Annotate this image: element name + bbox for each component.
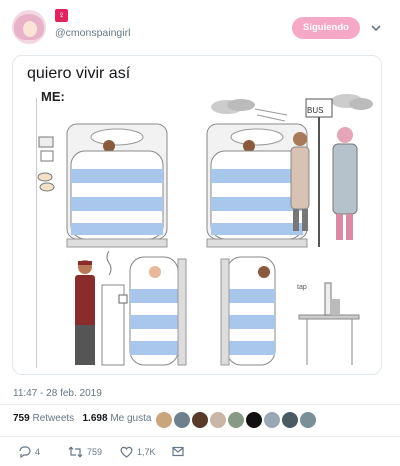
like-action[interactable]: 1,7K (120, 446, 156, 458)
avatar-face (23, 21, 37, 37)
retweet-icon (68, 446, 83, 458)
reply-count: 4 (35, 447, 41, 457)
liker-avatar[interactable] (155, 411, 173, 429)
tweet-header: ♀ @cmonspaingirl Siguiendo (0, 0, 400, 52)
tweet-card: quiero vivir así ME: BUS tap (12, 55, 382, 375)
likes-label[interactable]: Me gusta (110, 413, 151, 424)
retweets-count[interactable]: 759 (13, 413, 30, 424)
panel-bed (37, 123, 168, 248)
message-action[interactable] (172, 446, 184, 457)
user-avatar[interactable] (12, 10, 46, 44)
liker-avatar[interactable] (245, 411, 263, 429)
liker-avatar[interactable] (173, 411, 191, 429)
reply-icon (19, 446, 31, 458)
bus-sign-text: BUS (307, 106, 323, 115)
divider (0, 404, 400, 405)
heart-icon (120, 446, 133, 458)
liker-avatar[interactable] (191, 411, 209, 429)
tweet-timestamp[interactable]: 11:47 - 28 feb. 2019 (13, 388, 102, 399)
envelope-icon (172, 446, 184, 457)
retweet-count: 759 (87, 447, 103, 457)
user-handle[interactable]: @cmonspaingirl (55, 27, 130, 39)
liker-avatar[interactable] (209, 411, 227, 429)
reply-action[interactable]: 4 (18, 446, 40, 458)
liker-avatar[interactable] (299, 411, 317, 429)
panel-office (220, 256, 360, 366)
following-button[interactable]: Siguiendo (292, 17, 360, 39)
liker-avatar[interactable] (263, 411, 281, 429)
comic-drawing: BUS tap (37, 94, 373, 366)
divider (0, 436, 400, 437)
venus-icon: ♀ (55, 9, 68, 22)
chevron-down-icon[interactable] (370, 22, 382, 34)
retweets-label[interactable]: Retweets (32, 413, 74, 424)
retweet-action[interactable]: 759 (68, 446, 102, 458)
tap-text: tap (297, 284, 307, 291)
liker-avatar[interactable] (281, 411, 299, 429)
tweet-text: quiero vivir así (27, 65, 131, 82)
likes-count[interactable]: 1.698 (83, 413, 108, 424)
panel-coffee (75, 250, 187, 366)
tweet-stats: 759 Retweets 1.698 Me gusta (13, 413, 151, 424)
panel-bus-stop (206, 94, 373, 248)
liker-avatar[interactable] (227, 411, 245, 429)
like-count: 1,7K (137, 447, 156, 457)
comic-image[interactable]: ME: BUS tap (27, 89, 373, 371)
